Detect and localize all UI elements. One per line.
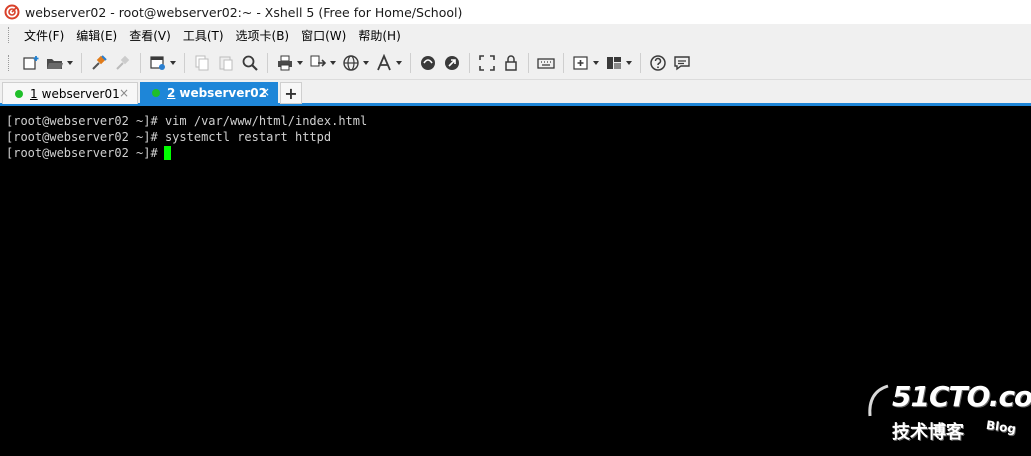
globe-icon — [343, 54, 359, 71]
print-icon — [278, 55, 292, 70]
new-session-icon — [23, 55, 39, 70]
toolbar-separator — [563, 52, 564, 73]
disconnect-button[interactable] — [111, 51, 135, 75]
tab-number: 2 — [167, 86, 176, 100]
chat-button[interactable] — [670, 51, 694, 75]
connected-status-icon — [152, 89, 160, 97]
keyboard-icon — [537, 57, 555, 69]
terminal-line-text: [root@webserver02 ~]# systemctl restart … — [6, 130, 332, 144]
tab-close-icon[interactable]: × — [260, 85, 270, 99]
menu-bar: 文件(F) 编辑(E) 查看(V) 工具(T) 选项卡(B) 窗口(W) 帮助(… — [0, 24, 1031, 46]
tab-webserver01[interactable]: 1 webserver01 × — [2, 82, 138, 104]
watermark: 51CTO.com 技术博客 Blog — [862, 380, 1031, 450]
menu-tools[interactable]: 工具(T) — [178, 25, 229, 46]
tab-label: webserver02 — [179, 86, 267, 100]
font-icon — [377, 53, 391, 70]
open-dropdown-caret[interactable] — [67, 60, 73, 65]
open-folder-icon — [47, 58, 63, 69]
lock-button[interactable] — [499, 51, 523, 75]
font-button[interactable] — [372, 51, 405, 75]
help-icon — [650, 54, 666, 71]
tab-webserver02[interactable]: 2 webserver02 × — [140, 82, 278, 104]
toolbar — [0, 46, 1031, 80]
terminal-prompt-text: [root@webserver02 ~]# — [6, 146, 158, 160]
menu-window[interactable]: 窗口(W) — [296, 25, 351, 46]
copy-button[interactable] — [190, 51, 214, 75]
menu-tabs[interactable]: 选项卡(B) — [231, 25, 295, 46]
xmanager-icon — [445, 55, 459, 70]
new-session-button[interactable] — [19, 51, 43, 75]
properties-button[interactable] — [146, 51, 179, 75]
title-bar: webserver02 - root@webserver02:~ - Xshel… — [0, 0, 1031, 24]
layout-icon — [607, 56, 621, 69]
layout-button[interactable] — [602, 51, 635, 75]
new-tab-button[interactable]: + — [280, 82, 302, 104]
globe-dropdown-caret[interactable] — [363, 60, 369, 65]
properties-icon — [150, 55, 165, 70]
terminal-line-text: [root@webserver02 ~]# vim /var/www/html/… — [6, 114, 368, 128]
menu-edit[interactable]: 编辑(E) — [71, 25, 122, 46]
keyboard-button[interactable] — [534, 51, 558, 75]
menu-help[interactable]: 帮助(H) — [353, 25, 405, 46]
watermark-blog-text: Blog — [985, 417, 1017, 437]
terminal-cursor — [163, 146, 171, 160]
xshell-app-icon[interactable] — [4, 4, 20, 20]
terminal-prompt-line: [root@webserver02 ~]# — [6, 145, 1031, 161]
paste-button[interactable] — [214, 51, 238, 75]
lock-icon — [505, 54, 517, 71]
add-tab-button[interactable] — [569, 51, 602, 75]
xftp-icon — [421, 55, 435, 70]
layout-dropdown-caret[interactable] — [626, 60, 632, 65]
fullscreen-icon — [479, 54, 495, 71]
connect-button[interactable] — [87, 51, 111, 75]
watermark-sub-text: 技术博客 — [892, 422, 964, 443]
open-session-button[interactable] — [43, 51, 76, 75]
menu-grip[interactable] — [8, 27, 11, 43]
toolbar-grip[interactable] — [8, 54, 11, 71]
menu-view[interactable]: 查看(V) — [124, 25, 176, 46]
menu-file[interactable]: 文件(F) — [19, 25, 69, 46]
transfer-icon — [310, 55, 327, 67]
xmanager-button[interactable] — [440, 51, 464, 75]
toolbar-separator — [81, 52, 82, 73]
toolbar-separator — [267, 52, 268, 73]
print-dropdown-caret[interactable] — [297, 60, 303, 65]
toolbar-separator — [469, 52, 470, 73]
session-tab-bar: 1 webserver01 × 2 webserver02 × + — [0, 80, 1031, 106]
toolbar-separator — [410, 52, 411, 73]
watermark-arc-icon — [868, 384, 889, 417]
properties-dropdown-caret[interactable] — [170, 60, 176, 65]
toolbar-separator — [528, 52, 529, 73]
toolbar-separator — [184, 52, 185, 73]
find-button[interactable] — [238, 51, 262, 75]
connected-status-icon — [15, 89, 23, 98]
terminal-line: [root@webserver02 ~]# vim /var/www/html/… — [6, 113, 1031, 129]
font-dropdown-caret[interactable] — [396, 60, 402, 65]
copy-icon — [195, 55, 209, 70]
add-tab-icon — [573, 55, 588, 70]
paste-icon — [219, 56, 233, 70]
globe-button[interactable] — [339, 51, 372, 75]
transfer-dropdown-caret[interactable] — [330, 60, 336, 65]
toolbar-separator — [140, 52, 141, 73]
tab-close-icon[interactable]: × — [119, 86, 129, 100]
window-title: webserver02 - root@webserver02:~ - Xshel… — [25, 4, 463, 20]
disconnect-icon — [116, 55, 130, 70]
find-icon — [242, 55, 258, 71]
watermark-logo-text: 51CTO.com — [892, 380, 1031, 413]
connect-icon — [92, 54, 107, 70]
xftp-button[interactable] — [416, 51, 440, 75]
add-tab-dropdown-caret[interactable] — [593, 60, 599, 65]
toolbar-separator — [640, 52, 641, 73]
transfer-button[interactable] — [306, 51, 339, 75]
tab-label: webserver01 — [41, 86, 120, 101]
print-button[interactable] — [273, 51, 306, 75]
fullscreen-button[interactable] — [475, 51, 499, 75]
help-button[interactable] — [646, 51, 670, 75]
terminal-line: [root@webserver02 ~]# systemctl restart … — [6, 129, 1031, 145]
tab-number: 1 — [30, 86, 38, 101]
chat-icon — [674, 55, 690, 70]
